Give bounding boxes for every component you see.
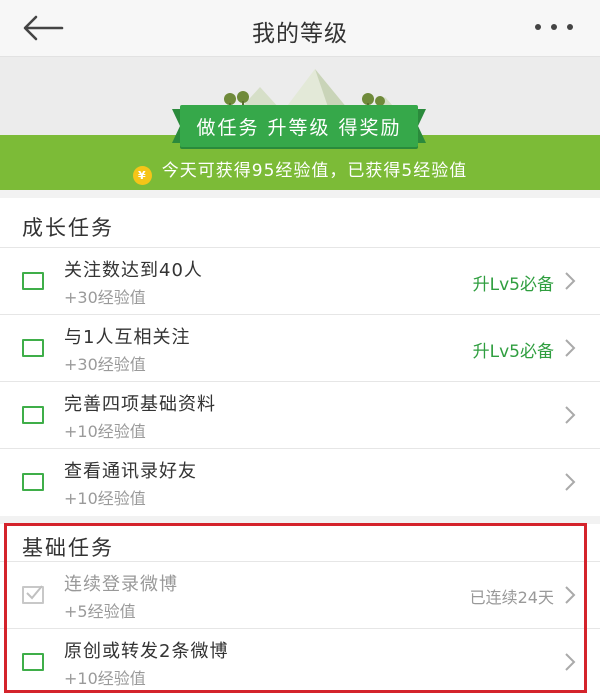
checkbox-checked-icon[interactable]: [22, 585, 44, 604]
task-title: 关注数达到40人: [64, 260, 203, 281]
exp-summary: ¥ 今天可获得95经验值，已获得5经验值: [0, 156, 600, 185]
slogan-ribbon: 做任务 升等级 得奖励: [180, 105, 418, 147]
chevron-right-icon: [565, 339, 576, 357]
ribbon-fold-left: [172, 109, 180, 143]
task-title: 连续登录微博: [64, 574, 178, 595]
task-row[interactable]: 连续登录微博 +5经验值 已连续24天: [0, 561, 600, 628]
checkbox-icon[interactable]: [22, 406, 44, 424]
task-exp: +30经验值: [64, 355, 146, 374]
task-row[interactable]: 与1人互相关注 +30经验值 升Lv5必备: [0, 314, 600, 381]
checkbox-icon[interactable]: [22, 473, 44, 491]
task-exp: +10经验值: [64, 669, 146, 688]
level-required-badge: 升Lv5必备: [472, 275, 554, 295]
checkbox-icon[interactable]: [22, 653, 44, 671]
checkbox-icon[interactable]: [22, 272, 44, 290]
chevron-right-icon: [565, 653, 576, 671]
task-title: 完善四项基础资料: [64, 394, 216, 415]
more-dots-icon[interactable]: [532, 22, 576, 32]
exp-summary-text: 今天可获得95经验值，已获得5经验值: [161, 161, 468, 181]
section-title-basic: 基础任务: [22, 536, 114, 560]
task-exp: +10经验值: [64, 489, 146, 508]
basic-tasks-section: 基础任务 连续登录微博 +5经验值 已连续24天 原创或转发2条微博 +10经验…: [0, 524, 600, 695]
top-bar: 我的等级: [0, 0, 600, 57]
task-row[interactable]: 关注数达到40人 +30经验值 升Lv5必备: [0, 247, 600, 314]
task-row[interactable]: 查看通讯录好友 +10经验值: [0, 448, 600, 515]
level-required-badge: 升Lv5必备: [472, 342, 554, 362]
task-status: 已连续24天: [469, 588, 554, 607]
task-exp: +5经验值: [64, 602, 136, 621]
checkmark-icon: [26, 585, 43, 600]
task-row[interactable]: 完善四项基础资料 +10经验值: [0, 381, 600, 448]
coin-icon: ¥: [132, 166, 152, 185]
task-title: 原创或转发2条微博: [64, 641, 229, 662]
chevron-right-icon: [565, 586, 576, 604]
task-title: 查看通讯录好友: [64, 461, 197, 482]
task-exp: +30经验值: [64, 288, 146, 307]
task-exp: +10经验值: [64, 422, 146, 441]
chevron-right-icon: [565, 473, 576, 491]
chevron-right-icon: [565, 272, 576, 290]
level-banner: 做任务 升等级 得奖励 ¥ 今天可获得95经验值，已获得5经验值: [0, 57, 600, 190]
chevron-right-icon: [565, 406, 576, 424]
task-row[interactable]: 原创或转发2条微博 +10经验值: [0, 628, 600, 695]
task-title: 与1人互相关注: [64, 327, 191, 348]
page-title: 我的等级: [252, 21, 348, 47]
growth-tasks-section: 成长任务 关注数达到40人 +30经验值 升Lv5必备 与1人互相关注 +30经…: [0, 198, 600, 516]
section-title-growth: 成长任务: [22, 216, 114, 240]
checkbox-icon[interactable]: [22, 339, 44, 357]
ribbon-fold-right: [418, 109, 426, 143]
